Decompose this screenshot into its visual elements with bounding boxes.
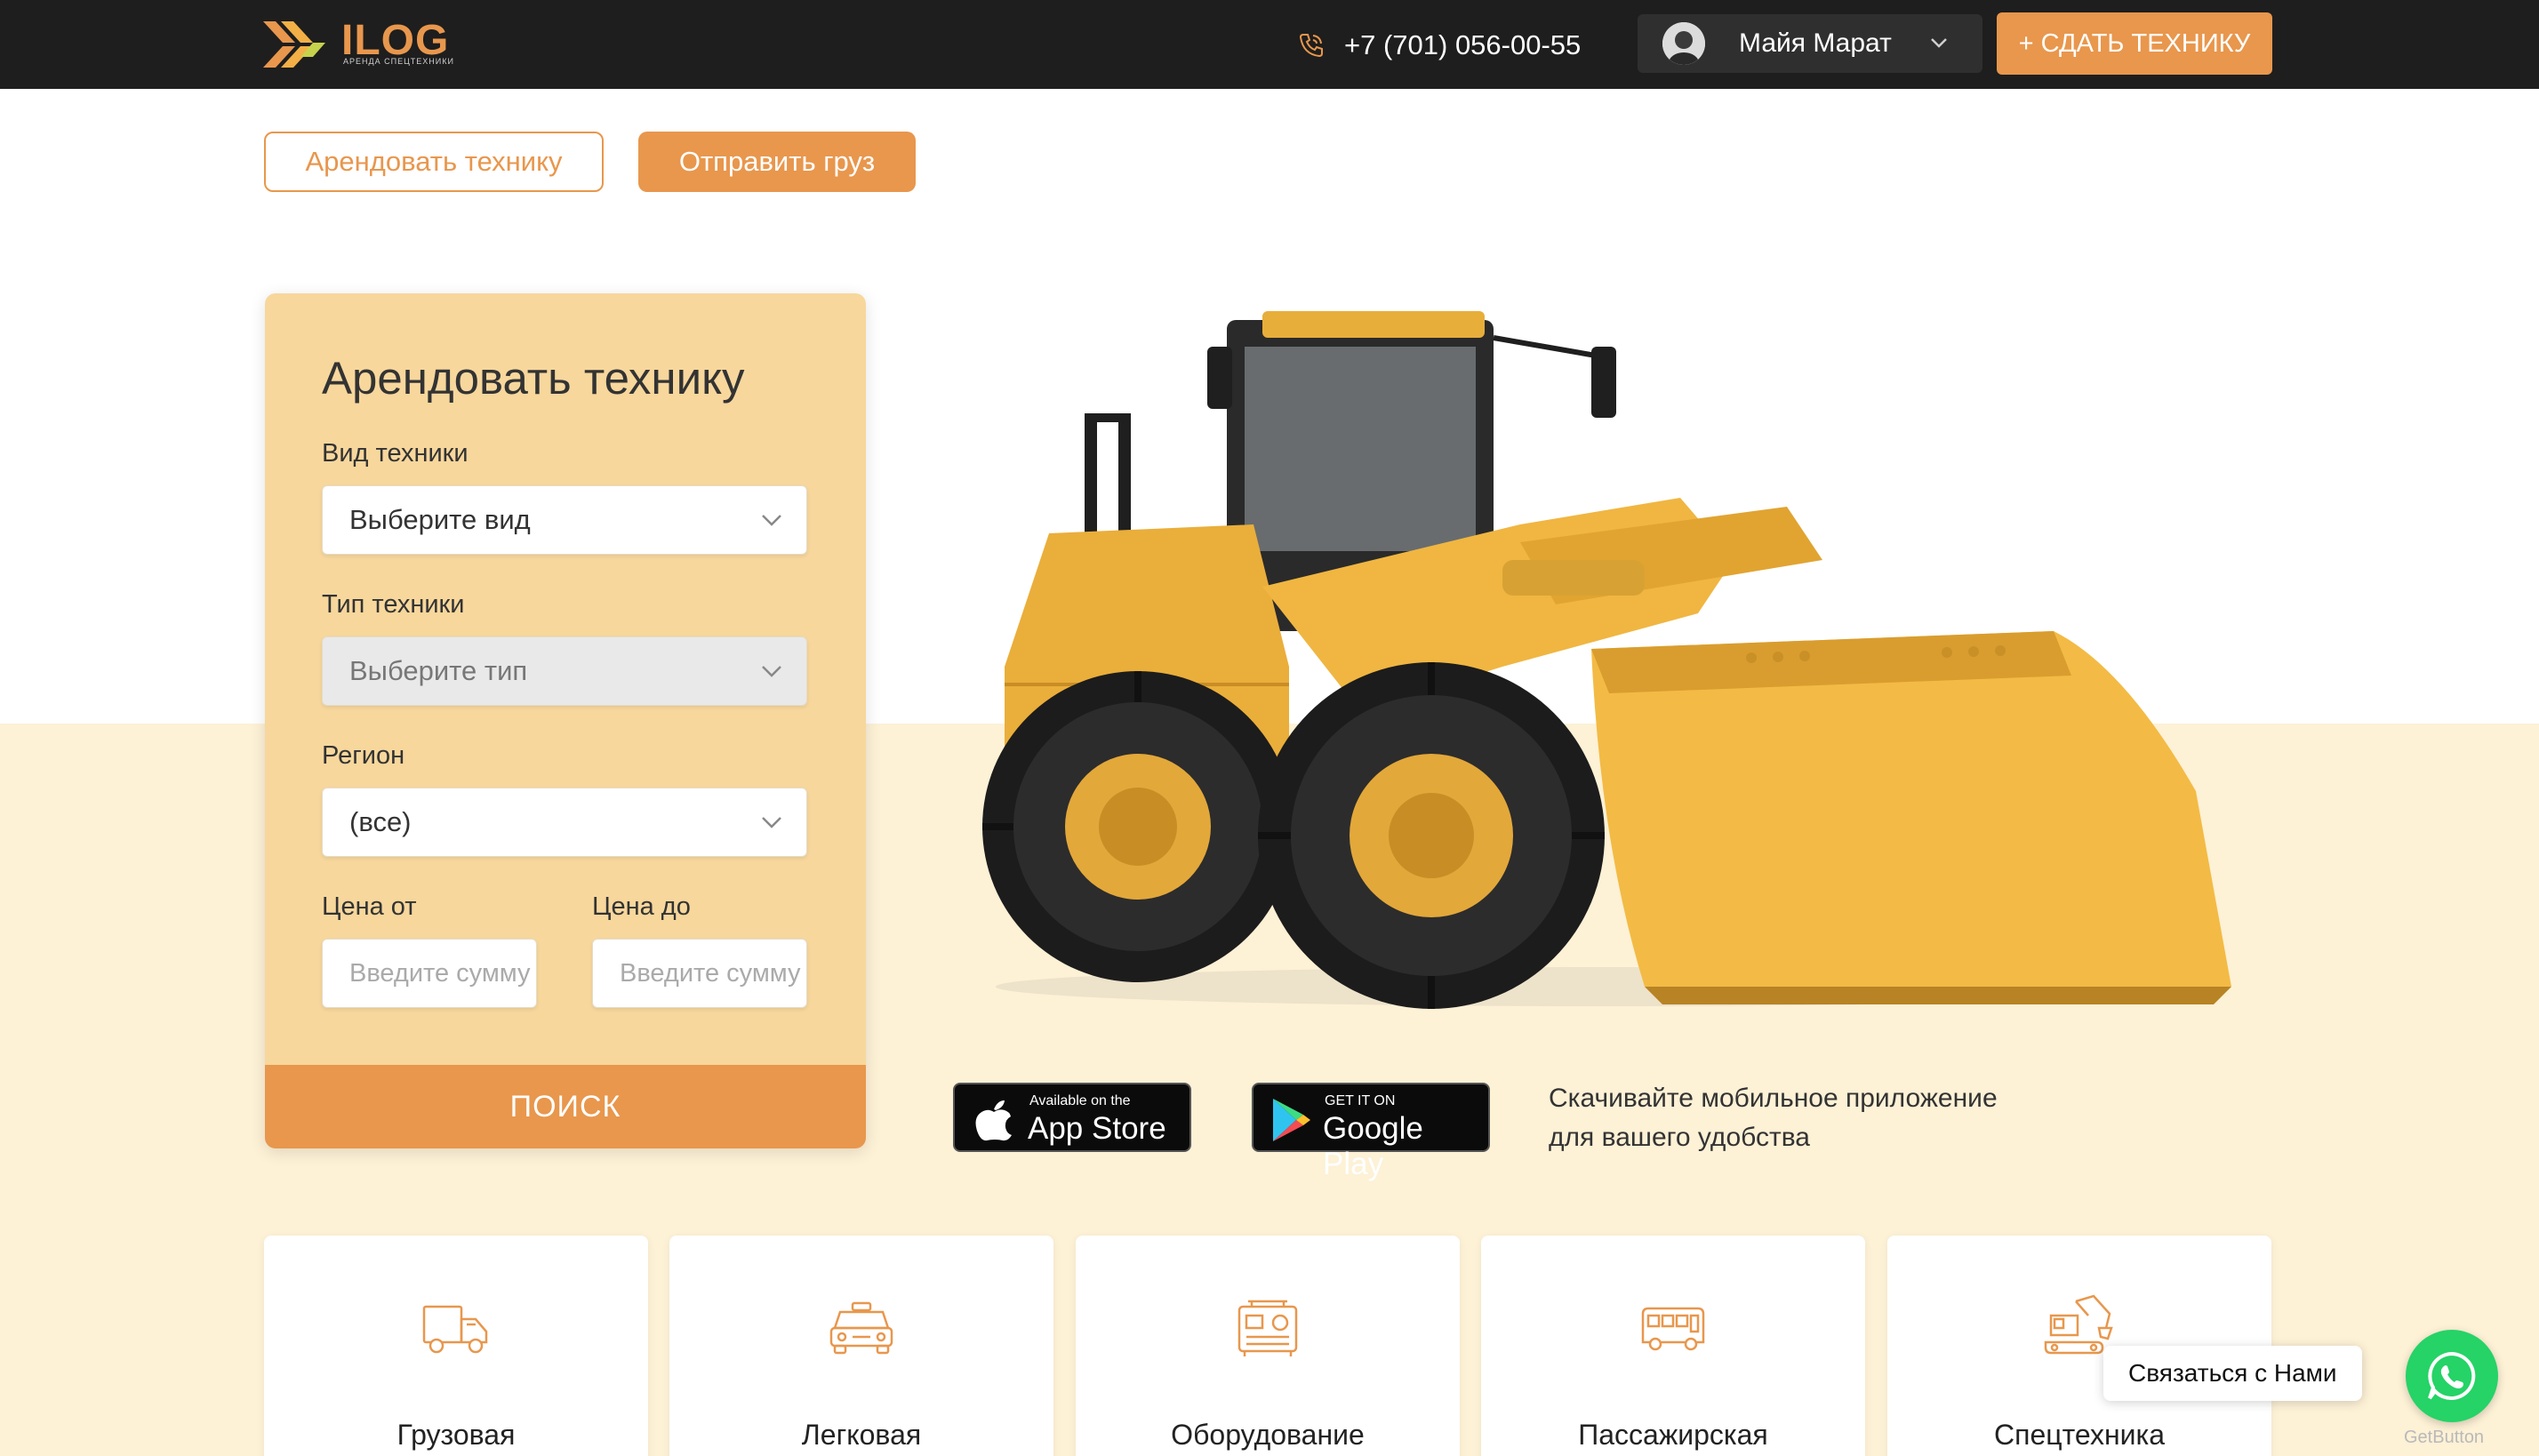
header-phone[interactable]: +7 (701) 056-00-55 [1298, 23, 1581, 68]
app-store-big-text: App Store [1028, 1111, 1166, 1146]
truck-icon [422, 1305, 488, 1354]
app-text-line1: Скачивайте мобильное приложение [1549, 1084, 1998, 1113]
user-photo-icon [1662, 22, 1705, 65]
search-button[interactable]: ПОИСК [265, 1065, 866, 1148]
category-label-special: Спецтехника [1994, 1419, 2165, 1451]
user-name: Майя Марат [1739, 28, 1892, 58]
tab-rent-equipment[interactable]: Арендовать технику [264, 132, 604, 192]
whatsapp-icon [2428, 1351, 2476, 1400]
price-to-label: Цена до [592, 892, 691, 921]
chevron-down-icon [762, 515, 781, 526]
type-select[interactable]: Выберите тип [322, 636, 807, 706]
category-label-passenger: Пассажирская [1578, 1419, 1768, 1451]
category-card-equipment[interactable]: Оборудование [1076, 1236, 1460, 1456]
category-card-passenger[interactable]: Пассажирская [1481, 1236, 1865, 1456]
app-store-small-text: Available on the [1029, 1093, 1131, 1108]
logo-mark-icon [263, 21, 325, 68]
apple-icon [975, 1100, 1012, 1141]
category-label-truck: Грузовая [396, 1419, 516, 1451]
user-menu[interactable]: Майя Марат [1638, 14, 1982, 73]
kind-select[interactable]: Выберите вид [322, 485, 807, 555]
phone-number: +7 (701) 056-00-55 [1344, 29, 1582, 60]
form-title: Арендовать технику [322, 353, 745, 404]
google-play-badge[interactable]: GET IT ON Google Play [1252, 1083, 1490, 1181]
category-label-car: Легковая [801, 1419, 922, 1451]
region-label: Регион [322, 741, 405, 770]
price-to-input[interactable] [592, 939, 807, 1008]
tab-send-cargo[interactable]: Отправить груз [638, 132, 916, 192]
getbutton-credit[interactable]: GetButton [2404, 1428, 2484, 1448]
generator-icon [1237, 1300, 1298, 1356]
category-card-truck[interactable]: Грузовая [264, 1236, 648, 1456]
logo-subtitle: АРЕНДА СПЕЦТЕХНИКИ [343, 57, 454, 66]
region-select-value: (все) [349, 806, 412, 837]
google-play-small-text: GET IT ON [1325, 1093, 1396, 1108]
user-avatar [1662, 22, 1705, 65]
google-play-icon [1273, 1099, 1310, 1141]
kind-select-value: Выберите вид [349, 504, 531, 535]
price-from-label: Цена от [322, 892, 417, 921]
category-card-car[interactable]: Легковая [669, 1236, 1053, 1456]
chevron-down-icon [762, 817, 781, 828]
region-select[interactable]: (все) [322, 788, 807, 857]
site-logo[interactable]: ILOG АРЕНДА СПЕЦТЕХНИКИ [263, 16, 468, 71]
phone-icon [1299, 34, 1323, 58]
category-label-equipment: Оборудование [1171, 1419, 1365, 1451]
kind-label: Вид техники [322, 439, 469, 468]
type-label: Тип техники [322, 590, 465, 619]
google-play-big-text: Google Play [1323, 1111, 1423, 1181]
whatsapp-button[interactable] [2406, 1330, 2498, 1422]
rent-search-form: Арендовать технику Вид техники Выберите … [265, 293, 866, 1148]
wheel-loader-image [982, 311, 2231, 1009]
add-equipment-button[interactable]: + СДАТЬ ТЕХНИКУ [1997, 12, 2272, 75]
contact-us-bubble[interactable]: Связаться с Нами [2103, 1346, 2362, 1401]
chevron-down-icon [762, 666, 781, 677]
app-store-badge[interactable]: Available on the App Store [953, 1083, 1191, 1152]
chevron-down-icon [1931, 38, 1947, 48]
price-from-input[interactable] [322, 939, 537, 1008]
type-select-value: Выберите тип [349, 655, 528, 686]
app-text-line2: для вашего удобства [1549, 1123, 1810, 1152]
top-header: ILOG АРЕНДА СПЕЦТЕХНИКИ +7 (701) 056-00-… [0, 0, 2539, 89]
app-download-text: Скачивайте мобильное приложение для ваше… [1549, 1079, 2118, 1157]
bus-icon [1641, 1307, 1705, 1351]
car-icon [829, 1301, 893, 1355]
